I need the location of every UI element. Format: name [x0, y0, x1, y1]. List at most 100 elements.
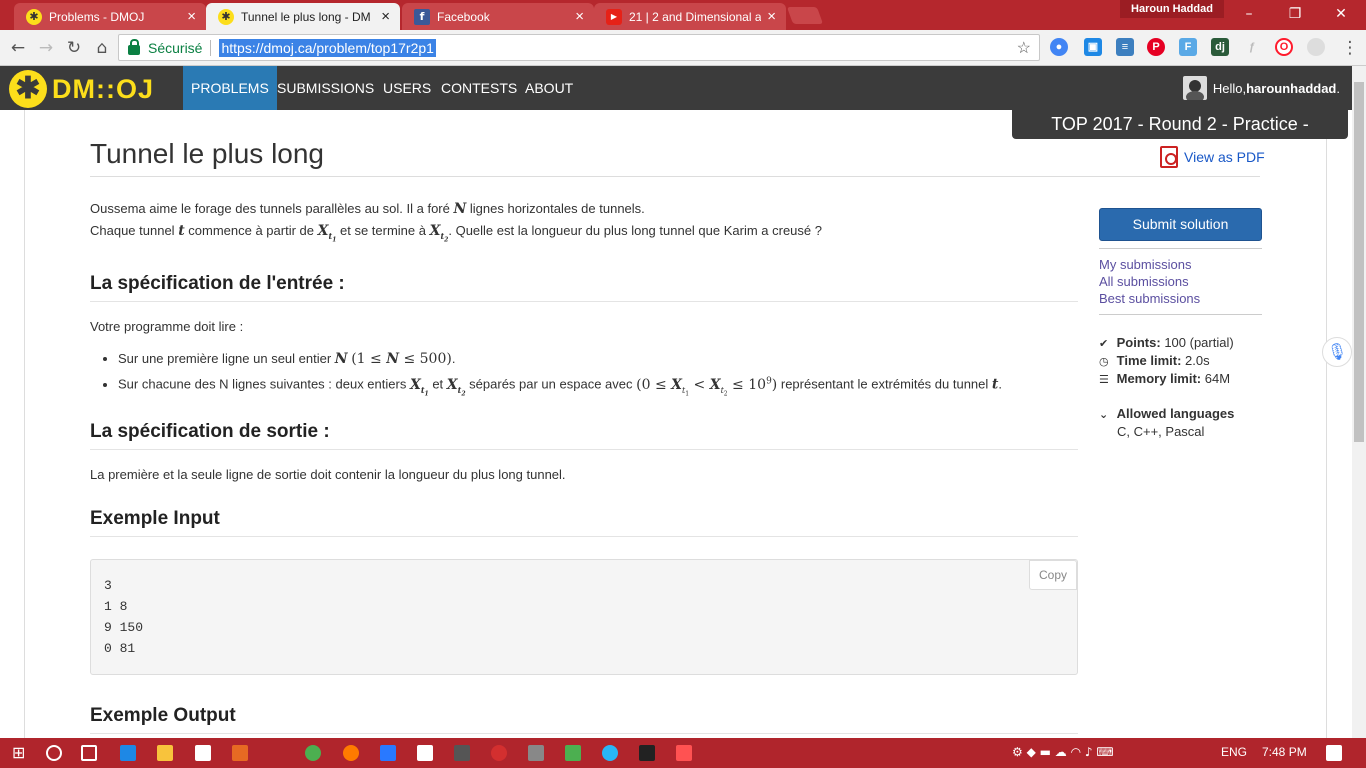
close-tab-icon[interactable]: ×	[187, 8, 196, 25]
tab-tunnel[interactable]: ✱ Tunnel le plus long - DM ×	[206, 3, 400, 30]
avatar	[1182, 76, 1207, 100]
input-language[interactable]: ENG	[1221, 745, 1247, 759]
tray-icons[interactable]: ⚙ ◆ ▬ ☁ ◠ ♪ ⌨	[1012, 745, 1114, 759]
notifications-icon[interactable]	[1326, 745, 1342, 761]
extension-icon[interactable]: ≡	[1116, 38, 1134, 56]
xampp-icon[interactable]	[232, 745, 248, 761]
terminal-icon[interactable]	[639, 745, 655, 761]
app-icon[interactable]	[454, 745, 470, 761]
store-icon[interactable]	[195, 745, 211, 761]
microphone-icon[interactable]: 🎙	[1322, 337, 1352, 367]
nav-about[interactable]: ABOUT	[517, 66, 581, 110]
app-icon[interactable]	[417, 745, 433, 761]
memory-label: Memory limit:	[1116, 371, 1202, 386]
pinterest-icon[interactable]: P	[1147, 38, 1165, 56]
tab-title: 21 | 2 and Dimensional a	[629, 9, 762, 24]
points-value: 100 (partial)	[1164, 335, 1234, 350]
cortana-icon[interactable]	[46, 745, 62, 761]
new-tab-button[interactable]	[786, 7, 824, 24]
submit-solution-button[interactable]: Submit solution	[1099, 208, 1262, 241]
edge-icon[interactable]	[120, 745, 136, 761]
extension-icon[interactable]: ƒ	[1243, 38, 1261, 56]
nav-submissions[interactable]: SUBMISSIONS	[269, 66, 382, 110]
scrollbar-thumb[interactable]	[1354, 82, 1364, 442]
bookmark-star-icon[interactable]: ☆	[1017, 38, 1031, 58]
teamviewer-icon[interactable]	[602, 745, 618, 761]
points-info: ✔ Points: 100 (partial)	[1099, 334, 1262, 352]
check-icon: ✔	[1099, 337, 1109, 350]
best-submissions-link[interactable]: Best submissions	[1099, 290, 1262, 307]
dmoj-logo[interactable]: ✱ DM::OJ	[9, 70, 154, 108]
app-icon[interactable]	[528, 745, 544, 761]
back-arrow-icon[interactable]: ←	[6, 36, 30, 60]
app-icon[interactable]	[565, 745, 581, 761]
divider	[210, 39, 212, 56]
forward-arrow-icon[interactable]: →	[34, 36, 58, 60]
output-spec-heading: La spécification de sortie :	[90, 421, 1078, 451]
nav-contests[interactable]: CONTESTS	[433, 66, 525, 110]
nav-users[interactable]: USERS	[375, 66, 439, 110]
address-bar[interactable]: Sécurisé https://dmoj.ca/problem/top17r2…	[118, 34, 1040, 61]
menu-icon[interactable]: ⋮	[1338, 36, 1362, 60]
app-icon[interactable]	[380, 745, 396, 761]
dmoj-favicon-icon: ✱	[26, 8, 42, 25]
copy-button[interactable]: Copy	[1028, 560, 1077, 591]
example-input-block[interactable]: 3 1 8 9 150 0 81 Copy	[90, 559, 1078, 676]
app-icon[interactable]	[676, 745, 692, 761]
close-tab-icon[interactable]: ×	[381, 8, 390, 25]
intro-line-2: Chaque tunnel t commence à partir de Xt1…	[90, 220, 1078, 250]
tab-facebook[interactable]: f Facebook ×	[402, 3, 594, 30]
chevron-down-icon: ⌄	[1099, 408, 1109, 421]
view-pdf-link[interactable]: View as PDF	[1160, 146, 1265, 168]
windows-start-icon[interactable]: ⊞	[12, 745, 28, 761]
languages-label: Allowed languages	[1116, 406, 1235, 421]
clock[interactable]: 7:48 PM	[1262, 745, 1307, 759]
input-spec-list: Sur une première ligne un seul entier N …	[118, 348, 1078, 405]
file-explorer-icon[interactable]	[157, 745, 173, 761]
app-icon[interactable]	[491, 745, 507, 761]
firefox-icon[interactable]	[343, 745, 359, 761]
contest-status-tag[interactable]: TOP 2017 - Round 2 - Practice - spectati…	[1012, 110, 1348, 163]
restore-icon[interactable]: ❐	[1272, 0, 1318, 28]
tab-problems[interactable]: ✱ Problems - DMOJ ×	[14, 3, 206, 30]
browser-tab-strip: ✱ Problems - DMOJ × ✱ Tunnel le plus lon…	[0, 0, 1366, 30]
allowed-languages-toggle[interactable]: ⌄ Allowed languages	[1099, 405, 1262, 423]
django-icon[interactable]: dj	[1211, 38, 1229, 56]
example-input-heading: Exemple Input	[90, 508, 1078, 538]
my-submissions-link[interactable]: My submissions	[1099, 256, 1262, 273]
task-view-icon[interactable]	[81, 745, 97, 761]
all-submissions-link[interactable]: All submissions	[1099, 273, 1262, 290]
url-text[interactable]: https://dmoj.ca/problem/top17r2p1	[219, 38, 436, 57]
math-constraint-X: (0 ≤ Xt1 < Xt2 ≤ 109)	[636, 376, 778, 398]
reload-icon[interactable]: ↻	[62, 36, 86, 60]
greeting-period: .	[1336, 80, 1340, 96]
minimize-icon[interactable]: –	[1226, 0, 1272, 28]
intro-line-1: Oussema aime le forage des tunnels paral…	[90, 198, 1078, 220]
home-icon[interactable]: ⌂	[90, 36, 114, 60]
math-Xt2: Xt2	[446, 377, 466, 398]
math-Xt2: Xt2	[429, 223, 449, 244]
youtube-favicon-icon: ▶	[606, 8, 622, 25]
user-menu[interactable]: Hello, harounhaddad.	[1182, 76, 1340, 100]
points-label: Points:	[1116, 335, 1161, 350]
memory-limit-info: ☰ Memory limit: 64M	[1099, 370, 1262, 388]
text: représentant le extrémités du tunnel	[777, 377, 992, 393]
close-window-icon[interactable]: ✕	[1318, 0, 1364, 28]
voice-extension-icon[interactable]: ●	[1050, 38, 1068, 56]
extension-icon[interactable]	[1307, 38, 1325, 56]
time-value: 2.0s	[1185, 353, 1210, 368]
math-Xt1: Xt1	[317, 223, 337, 244]
tab-youtube[interactable]: ▶ 21 | 2 and Dimensional a ×	[594, 3, 786, 30]
nav-problems[interactable]: PROBLEMS	[183, 66, 277, 110]
text: et se termine à	[336, 223, 430, 238]
close-tab-icon[interactable]: ×	[767, 8, 776, 25]
extension-icon[interactable]: ▣	[1084, 38, 1102, 56]
opera-icon[interactable]: O	[1275, 38, 1293, 56]
chrome-icon[interactable]	[305, 745, 321, 761]
profile-button[interactable]: Haroun Haddad	[1120, 0, 1224, 18]
divider	[1099, 248, 1262, 249]
tab-title: Problems - DMOJ	[49, 9, 145, 24]
close-tab-icon[interactable]: ×	[575, 8, 584, 25]
extension-icon[interactable]: F	[1179, 38, 1197, 56]
example-input-text: 3 1 8 9 150 0 81	[104, 578, 144, 657]
